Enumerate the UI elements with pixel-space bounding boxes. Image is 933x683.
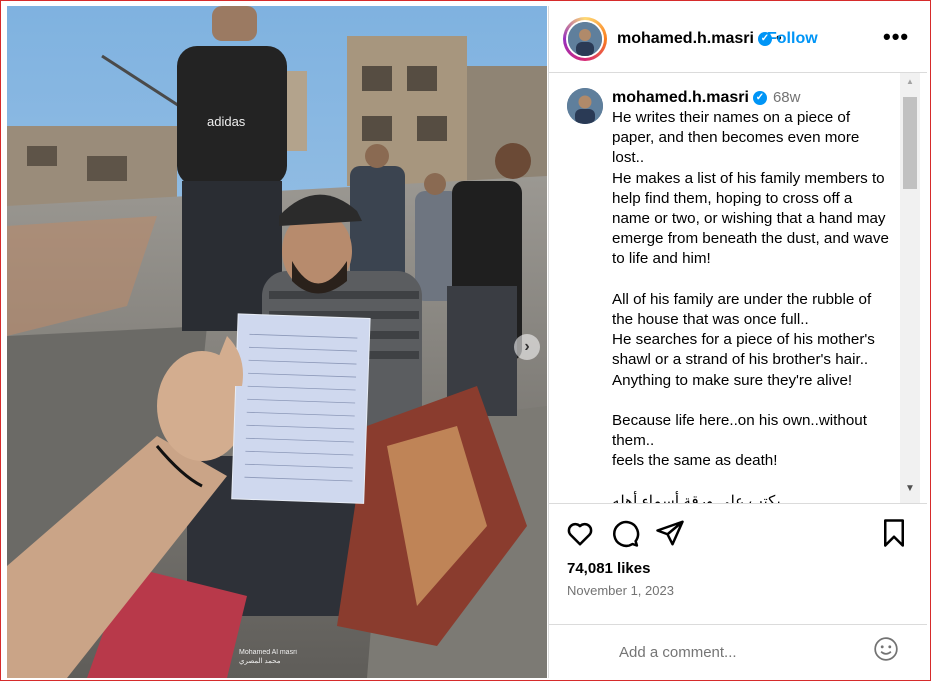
verified-badge-icon: ✓: [752, 90, 767, 105]
post-date: November 1, 2023: [567, 583, 674, 598]
avatar-portrait-icon: [568, 22, 602, 56]
save-bookmark-icon[interactable]: [879, 518, 909, 548]
browser-frame: adidas › Mohamed Al masri محمد المصري mo…: [0, 0, 931, 681]
photo-watermark: Mohamed Al masri محمد المصري: [239, 648, 297, 666]
scroll-down-icon[interactable]: ▼: [905, 483, 915, 494]
post-caption: He writes their names on a piece of pape…: [612, 109, 889, 503]
story-ring[interactable]: [563, 17, 607, 61]
header-username[interactable]: mohamed.h.masri: [617, 30, 754, 47]
comment-input[interactable]: [617, 643, 871, 662]
emoji-icon[interactable]: [873, 636, 899, 662]
scroll-up-icon[interactable]: ▲: [906, 77, 914, 86]
post-time-ago[interactable]: 68w: [773, 89, 801, 106]
scroll-thumb[interactable]: [903, 97, 917, 189]
follow-button[interactable]: Follow: [767, 30, 818, 48]
likes-count[interactable]: 74,081 likes: [567, 560, 650, 577]
caption-user: mohamed.h.masri ✓ 68w: [612, 89, 800, 107]
caption-avatar[interactable]: [567, 88, 603, 124]
share-icon[interactable]: [655, 518, 685, 548]
post-actions: 74,081 likes November 1, 2023: [549, 503, 927, 679]
post-header: mohamed.h.masri ✓ • Follow •••: [549, 6, 927, 73]
caption-username[interactable]: mohamed.h.masri: [612, 89, 749, 106]
comment-bar: [549, 624, 927, 680]
watermark-line-2: محمد المصري: [239, 658, 281, 665]
caption-area: mohamed.h.masri ✓ 68w He writes their name…: [549, 73, 899, 503]
svg-text:adidas: adidas: [207, 114, 246, 129]
photo-scene: adidas: [7, 6, 547, 678]
watermark-line-1: Mohamed Al masri: [239, 649, 297, 656]
avatar-portrait-icon: [567, 88, 603, 124]
like-heart-icon[interactable]: [565, 518, 595, 548]
post-photo[interactable]: adidas › Mohamed Al masri محمد المصري: [7, 6, 547, 678]
header-user[interactable]: mohamed.h.masri ✓ •: [617, 30, 786, 48]
comment-icon[interactable]: [610, 518, 640, 548]
avatar: [568, 22, 602, 56]
more-options-icon[interactable]: •••: [883, 24, 909, 50]
caption-scrollbar[interactable]: ▲ ▼: [900, 73, 920, 503]
carousel-next-button[interactable]: ›: [514, 334, 540, 360]
post-sidebar: mohamed.h.masri ✓ • Follow ••• mohamed.h.m…: [548, 6, 927, 678]
